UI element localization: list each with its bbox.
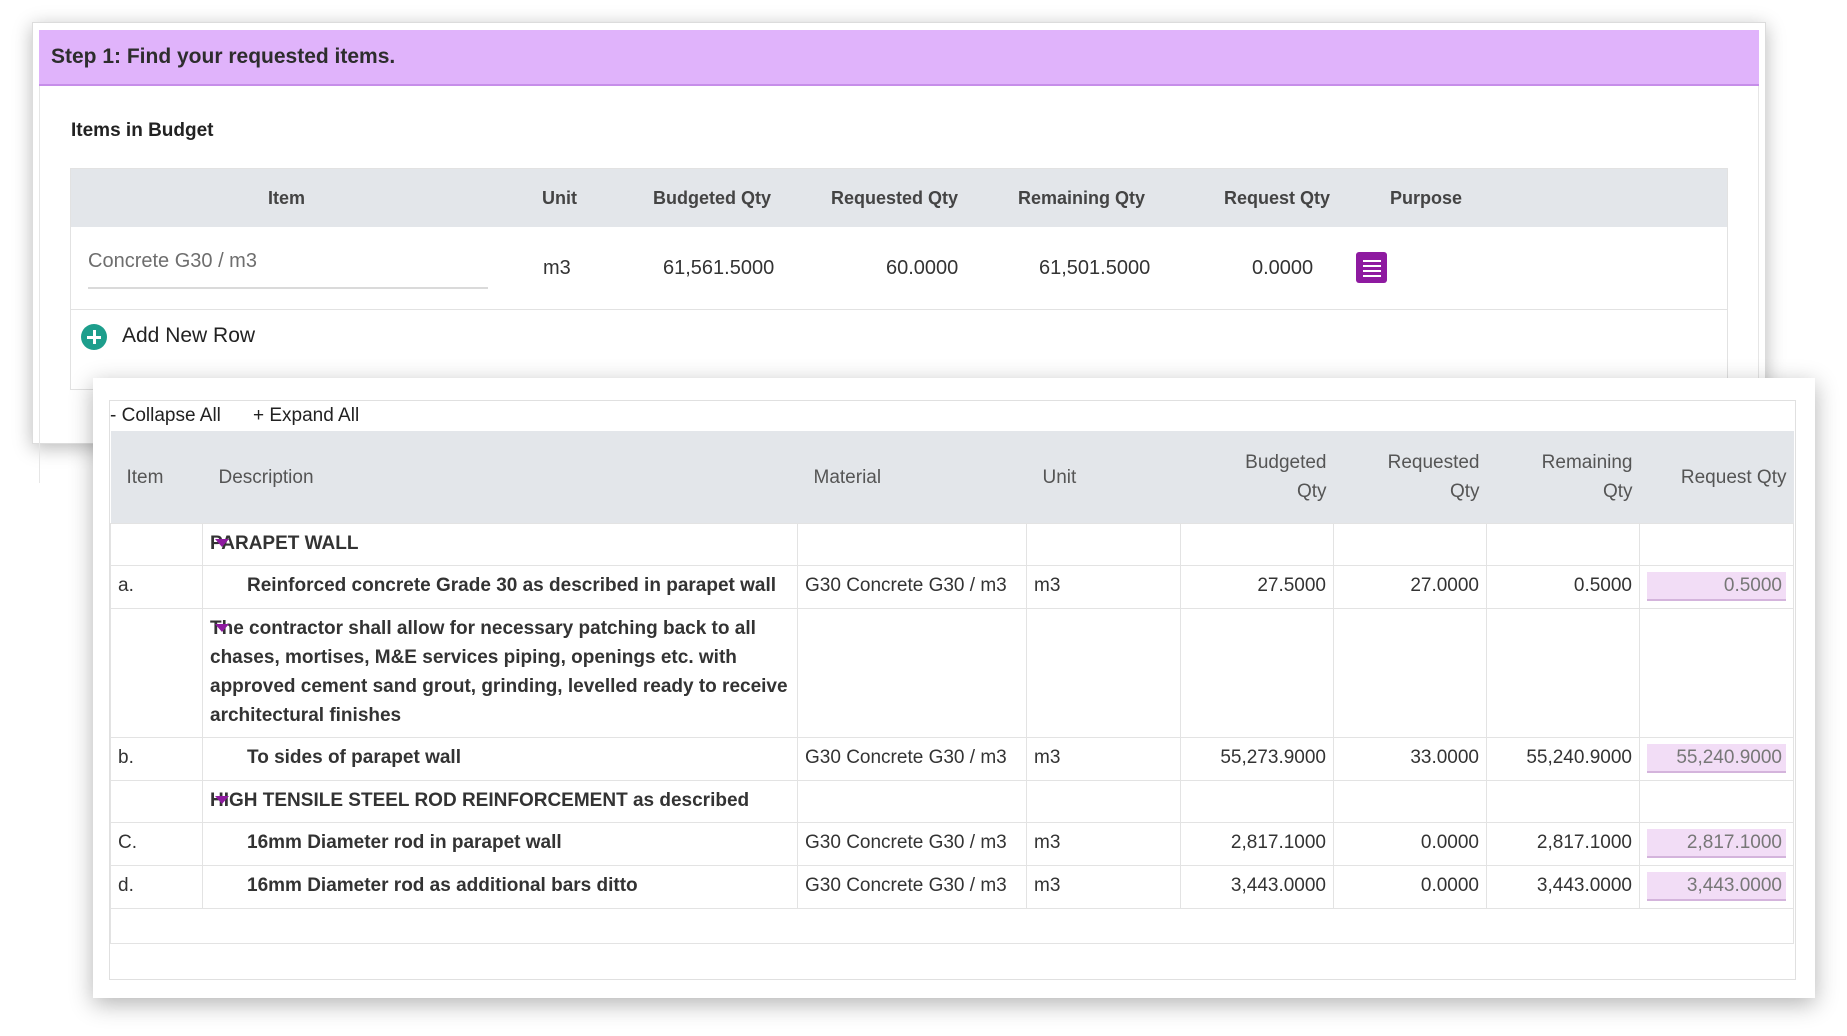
request-qty-input[interactable]: 2,817.1000 — [1647, 829, 1786, 858]
col-request-qty: Request Qty — [1224, 188, 1331, 208]
item-budgeted-qty: 2,817.1000 — [1180, 822, 1334, 866]
item-material: G30 Concrete G30 / m3 — [797, 737, 1027, 781]
step-header: Step 1: Find your requested items. — [39, 30, 1759, 86]
items-in-budget-title: Items in Budget — [71, 120, 214, 141]
item-code: d. — [110, 865, 203, 909]
item-unit: m3 — [1026, 737, 1181, 781]
caret-down-icon[interactable] — [215, 539, 229, 547]
item-tree: - Collapse All + Expand All Item Descrip… — [109, 400, 1796, 980]
tree-header: Item Description Material Unit Budgeted Q… — [110, 431, 1794, 524]
item-description: 16mm Diameter rod as additional bars dit… — [202, 865, 798, 909]
col-budgeted-qty: Budgeted Qty — [653, 188, 772, 208]
budget-table: Item Unit Budgeted Qty Requested Qty Rem… — [70, 168, 1728, 390]
col-unit: Unit — [1026, 431, 1181, 524]
item-remaining-qty: 2,817.1000 — [1486, 822, 1640, 866]
group-description: PARAPET WALL — [210, 533, 359, 554]
col-remaining-qty: Remaining Qty — [1486, 431, 1640, 524]
item-unit: m3 — [1026, 822, 1181, 866]
item-description: To sides of parapet wall — [202, 737, 798, 781]
col-material: Material — [797, 431, 1027, 524]
col-item: Item — [268, 188, 306, 208]
item-budgeted-qty: 55,273.9000 — [1180, 737, 1334, 781]
item-material: G30 Concrete G30 / m3 — [797, 565, 1027, 609]
item-code: C. — [110, 822, 203, 866]
item-code: b. — [110, 737, 203, 781]
tree-group-row: HIGH TENSILE STEEL ROD REINFORCEMENT as … — [110, 780, 1794, 823]
request-qty-value[interactable]: 0.0000 — [1252, 227, 1313, 309]
col-requested-qty: Requested Qty — [1333, 431, 1487, 524]
request-qty-input[interactable]: 0.5000 — [1647, 572, 1786, 601]
item-requested-qty: 0.0000 — [1333, 822, 1487, 866]
tree-empty-row — [110, 908, 1794, 944]
item-remaining-qty: 3,443.0000 — [1486, 865, 1640, 909]
request-qty-input[interactable]: 3,443.0000 — [1647, 872, 1786, 901]
tree-item-row: d. 16mm Diameter rod as additional bars … — [110, 865, 1794, 909]
caret-down-icon[interactable] — [215, 624, 229, 632]
item-material: G30 Concrete G30 / m3 — [797, 822, 1027, 866]
item-requested-qty: 27.0000 — [1333, 565, 1487, 609]
tree-item-row: C. 16mm Diameter rod in parapet wall G30… — [110, 822, 1794, 866]
item-budgeted-qty: 27.5000 — [1180, 565, 1334, 609]
item-unit: m3 — [1026, 565, 1181, 609]
remaining-qty-value: 61,501.5000 — [1039, 257, 1151, 279]
item-unit: m3 — [1026, 865, 1181, 909]
col-unit: Unit — [542, 188, 577, 208]
col-requested-qty: Requested Qty — [831, 188, 959, 208]
budgeted-qty-value: 61,561.5000 — [663, 257, 775, 279]
plus-circle-icon — [81, 324, 107, 350]
add-new-row-label: Add New Row — [122, 324, 256, 347]
item-description: Reinforced concrete Grade 30 as describe… — [202, 565, 798, 609]
group-description: The contractor shall allow for necessary… — [210, 618, 788, 726]
col-request-qty: Request Qty — [1639, 431, 1794, 524]
list-icon[interactable] — [1356, 252, 1387, 283]
item-field[interactable]: Concrete G30 / m3 — [88, 247, 488, 289]
col-purpose: Purpose — [1390, 188, 1463, 208]
budget-table-header: Item Unit Budgeted Qty Requested Qty Rem… — [71, 169, 1727, 227]
group-description: HIGH TENSILE STEEL ROD REINFORCEMENT as … — [210, 790, 750, 811]
item-remaining-qty: 55,240.9000 — [1486, 737, 1640, 781]
tree-item-row: a. Reinforced concrete Grade 30 as descr… — [110, 565, 1794, 609]
budget-row: Concrete G30 / m3 m3 61,561.5000 60.0000… — [71, 227, 1727, 310]
col-budgeted-qty: Budgeted Qty — [1180, 431, 1334, 524]
unit-value: m3 — [543, 257, 571, 279]
item-tree-popup: - Collapse All + Expand All Item Descrip… — [93, 378, 1815, 998]
tree-item-row: b. To sides of parapet wall G30 Concrete… — [110, 737, 1794, 781]
col-description: Description — [202, 431, 798, 524]
item-budgeted-qty: 3,443.0000 — [1180, 865, 1334, 909]
caret-down-icon[interactable] — [215, 796, 229, 804]
tree-toolbar: - Collapse All + Expand All — [110, 401, 1795, 431]
requested-qty-value: 60.0000 — [886, 257, 959, 279]
expand-all-button[interactable]: + Expand All — [253, 405, 359, 427]
col-item: Item — [110, 431, 203, 524]
item-requested-qty: 33.0000 — [1333, 737, 1487, 781]
item-tree-table: Item Description Material Unit Budgeted Q… — [110, 431, 1794, 944]
item-requested-qty: 0.0000 — [1333, 865, 1487, 909]
tree-group-row: The contractor shall allow for necessary… — [110, 608, 1794, 738]
request-qty-input[interactable]: 55,240.9000 — [1647, 744, 1786, 773]
item-description: 16mm Diameter rod in parapet wall — [202, 822, 798, 866]
collapse-all-button[interactable]: - Collapse All — [110, 405, 221, 427]
add-new-row-button[interactable]: Add New Row — [71, 309, 1727, 363]
item-remaining-qty: 0.5000 — [1486, 565, 1640, 609]
item-code: a. — [110, 565, 203, 609]
tree-group-row: PARAPET WALL — [110, 523, 1794, 566]
item-material: G30 Concrete G30 / m3 — [797, 865, 1027, 909]
col-remaining-qty: Remaining Qty — [1018, 188, 1146, 208]
